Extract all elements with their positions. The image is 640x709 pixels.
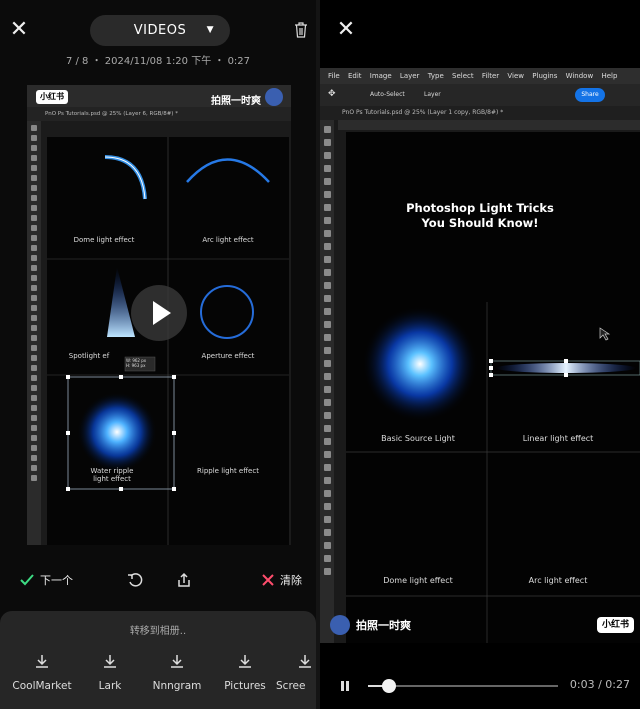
cell-label-linear: Linear light effect	[522, 434, 594, 443]
brand-avatar	[330, 615, 350, 635]
album-dropdown[interactable]: VIDEOS ▼	[90, 15, 230, 46]
ps-menubar: File Edit Image Layer Type Select Filter…	[320, 68, 640, 84]
layer-dropdown: Layer	[424, 91, 441, 98]
cell-label-water-ripple: Water ripple light effect	[90, 467, 134, 483]
rotate-button[interactable]	[127, 568, 143, 592]
ps-ruler	[338, 120, 640, 130]
xhs-badge: 小红书	[596, 617, 634, 633]
download-icon	[299, 655, 311, 668]
cell-label-arc: Arc light effect	[202, 236, 254, 244]
right-panel: ✕ File Edit Image Layer Type Select Filt…	[320, 0, 640, 709]
menu-filter: Filter	[481, 72, 500, 80]
dest-label: Lark	[98, 680, 122, 692]
video-title: Photoshop Light Tricks You Should Know!	[406, 201, 554, 230]
size-tooltip: W: 962 px H: 963 px	[126, 358, 147, 368]
share-icon	[178, 572, 190, 587]
close-icon[interactable]: ✕	[7, 18, 31, 42]
download-icon	[36, 655, 48, 668]
auto-select-label: Auto-Select	[370, 91, 405, 98]
brand-avatar	[265, 88, 283, 106]
cell-label-spotlight: Spotlight ef	[68, 352, 110, 360]
delete-button[interactable]: 清除	[262, 568, 302, 592]
x-icon	[262, 574, 274, 586]
sheet-title: 转移到相册..	[129, 626, 187, 637]
delete-label: 清除	[280, 574, 302, 587]
action-row: 下一个 清除	[0, 568, 316, 592]
move-tool-icon: ✥	[328, 89, 336, 99]
cell-label-dome: Dome light effect	[383, 576, 453, 585]
seek-thumb[interactable]	[381, 679, 396, 693]
rotate-icon	[128, 573, 143, 587]
dest-coolmarket[interactable]: CoolMarket	[7, 653, 77, 692]
menu-window: Window	[565, 72, 594, 80]
ps-canvas: Photoshop Light Tricks You Should Know! …	[346, 132, 640, 643]
download-icon	[171, 655, 183, 668]
check-icon	[20, 574, 34, 586]
dest-label: CoolMarket	[12, 680, 72, 692]
cell-label-arc: Arc light effect	[528, 576, 588, 585]
dest-label: Nnngram	[152, 680, 202, 692]
menu-select: Select	[452, 72, 474, 80]
menu-file: File	[328, 72, 340, 80]
ps-doc-tab: PnO Ps Tutorials.psd @ 25% (Layer 6, RGB…	[27, 107, 291, 121]
ps-toolbar	[27, 121, 41, 545]
light-effects-art	[47, 137, 289, 545]
dest-nnngram[interactable]: Nnngram	[142, 653, 212, 692]
download-icon	[104, 655, 116, 668]
dest-label: Scree	[276, 680, 306, 692]
xhs-badge: 小红书	[36, 90, 68, 104]
dest-label: Pictures	[224, 680, 266, 692]
brand-text: 拍照一时爽	[356, 619, 411, 632]
brand-watermark: 拍照一时爽	[330, 615, 411, 635]
next-button[interactable]: 下一个	[20, 568, 73, 592]
share-button[interactable]	[176, 568, 192, 592]
time-display: 0:03 / 0:27	[569, 678, 630, 691]
dest-screenshots[interactable]: Scree	[276, 653, 316, 692]
dest-lark[interactable]: Lark	[75, 653, 145, 692]
video-player-controls: 0:03 / 0:27	[320, 672, 640, 700]
play-button[interactable]	[131, 285, 187, 341]
menu-type: Type	[427, 72, 444, 80]
media-meta: 7 / 8 ・ 2024/11/08 1:20 下午 ・ 0:27	[65, 56, 251, 67]
caret-down-icon: ▼	[206, 25, 214, 35]
cell-label-basic-source: Basic Source Light	[381, 434, 455, 443]
share-button-ps: Share	[575, 88, 605, 102]
album-dropdown-label: VIDEOS	[133, 23, 187, 38]
ps-canvas: Dome light effect Arc light effect Spotl…	[47, 137, 289, 545]
menu-layer: Layer	[399, 72, 420, 80]
dest-pictures[interactable]: Pictures	[210, 653, 280, 692]
left-panel: ✕ VIDEOS ▼ 7 / 8 ・ 2024/11/08 1:20 下午 ・ …	[0, 0, 316, 709]
menu-view: View	[507, 72, 525, 80]
cell-label-dome: Dome light effect	[73, 236, 135, 244]
video-frame[interactable]: File Edit Image Layer Type Select Filter…	[320, 68, 640, 643]
download-icon	[239, 655, 251, 668]
brand-text: 拍照一时爽	[211, 96, 261, 107]
ps-doc-tab: PnO Ps Tutorials.psd @ 25% (Layer 1 copy…	[320, 106, 640, 120]
trash-icon[interactable]	[294, 22, 308, 38]
pause-button[interactable]	[340, 681, 350, 691]
menu-help: Help	[601, 72, 618, 80]
move-to-album-sheet: 转移到相册.. CoolMarket Lark Nnngram Pictures…	[0, 611, 316, 709]
cell-label-aperture: Aperture effect	[201, 352, 255, 360]
seek-bar[interactable]	[368, 679, 558, 693]
next-label: 下一个	[40, 574, 73, 587]
menu-edit: Edit	[347, 72, 362, 80]
close-icon[interactable]: ✕	[334, 18, 358, 42]
menu-image: Image	[369, 72, 392, 80]
menu-plugins: Plugins	[532, 72, 558, 80]
ps-toolbar	[320, 120, 334, 643]
ps-options-bar: 小红书 拍照一时爽	[27, 85, 291, 107]
cell-label-ripple: Ripple light effect	[197, 467, 259, 475]
ps-options-bar: ✥ Auto-Select Layer Share	[320, 84, 640, 106]
